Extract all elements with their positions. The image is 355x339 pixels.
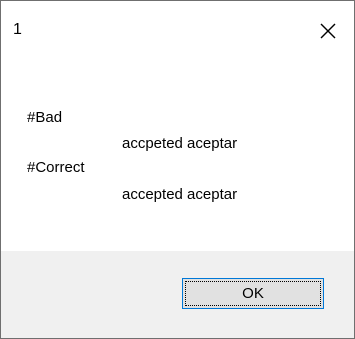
close-button[interactable] <box>312 15 344 47</box>
message-line-bad-text: accpeted aceptar <box>122 135 238 152</box>
window-title: 1 <box>13 21 22 38</box>
ok-button-label: OK <box>242 285 264 302</box>
message-line-correct-header: #Correct <box>27 159 85 176</box>
ok-button[interactable]: OK <box>182 278 324 309</box>
message-line-correct-text: accepted aceptar <box>122 186 238 203</box>
title-bar: 1 <box>1 1 354 63</box>
message-line-bad-header: #Bad <box>27 109 63 126</box>
button-bar: OK <box>1 251 354 338</box>
close-icon <box>320 23 336 39</box>
message-dialog: 1 #Bad accpeted aceptar #Correct accepte… <box>0 0 355 339</box>
message-area: #Bad accpeted aceptar #Correct accepted … <box>1 63 354 251</box>
